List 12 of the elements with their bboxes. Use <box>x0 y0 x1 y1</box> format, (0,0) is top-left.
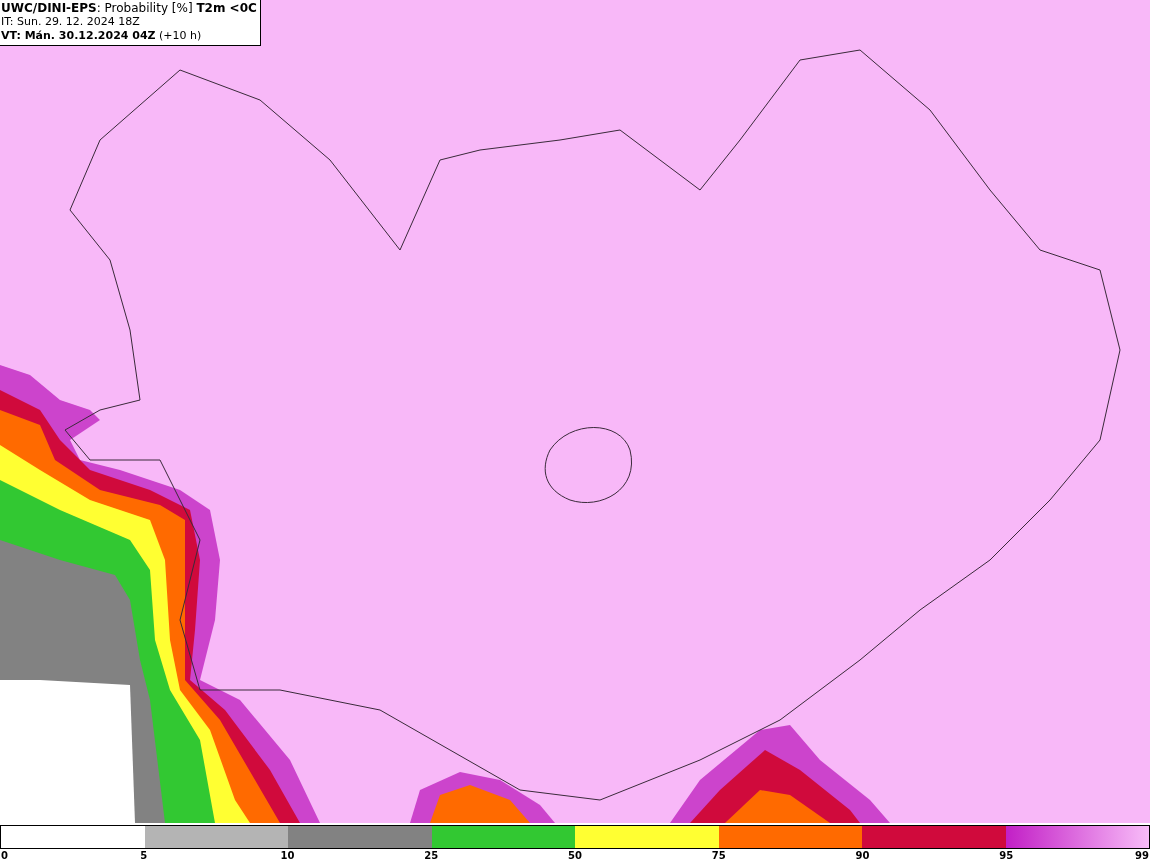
legend-label: 0 <box>1 849 8 862</box>
legend-label: 50 <box>568 849 582 862</box>
header-text: VT: Mán. 30.12.2024 04Z (+10 h) <box>1 29 203 43</box>
legend-label: 99 <box>1135 849 1149 862</box>
header-text: IT: Sun. 29. 12. 2024 18Z <box>1 15 141 29</box>
header-text: UWC/DINI-EPS: Probability [%] T2m <0C <box>1 1 257 15</box>
legend-label: 75 <box>711 849 726 862</box>
legend-label: 25 <box>424 849 439 862</box>
legend-label: 90 <box>855 849 870 862</box>
legend-label: 5 <box>140 849 148 862</box>
legend-label: 10 <box>280 849 295 862</box>
legend-label: 95 <box>999 849 1014 862</box>
